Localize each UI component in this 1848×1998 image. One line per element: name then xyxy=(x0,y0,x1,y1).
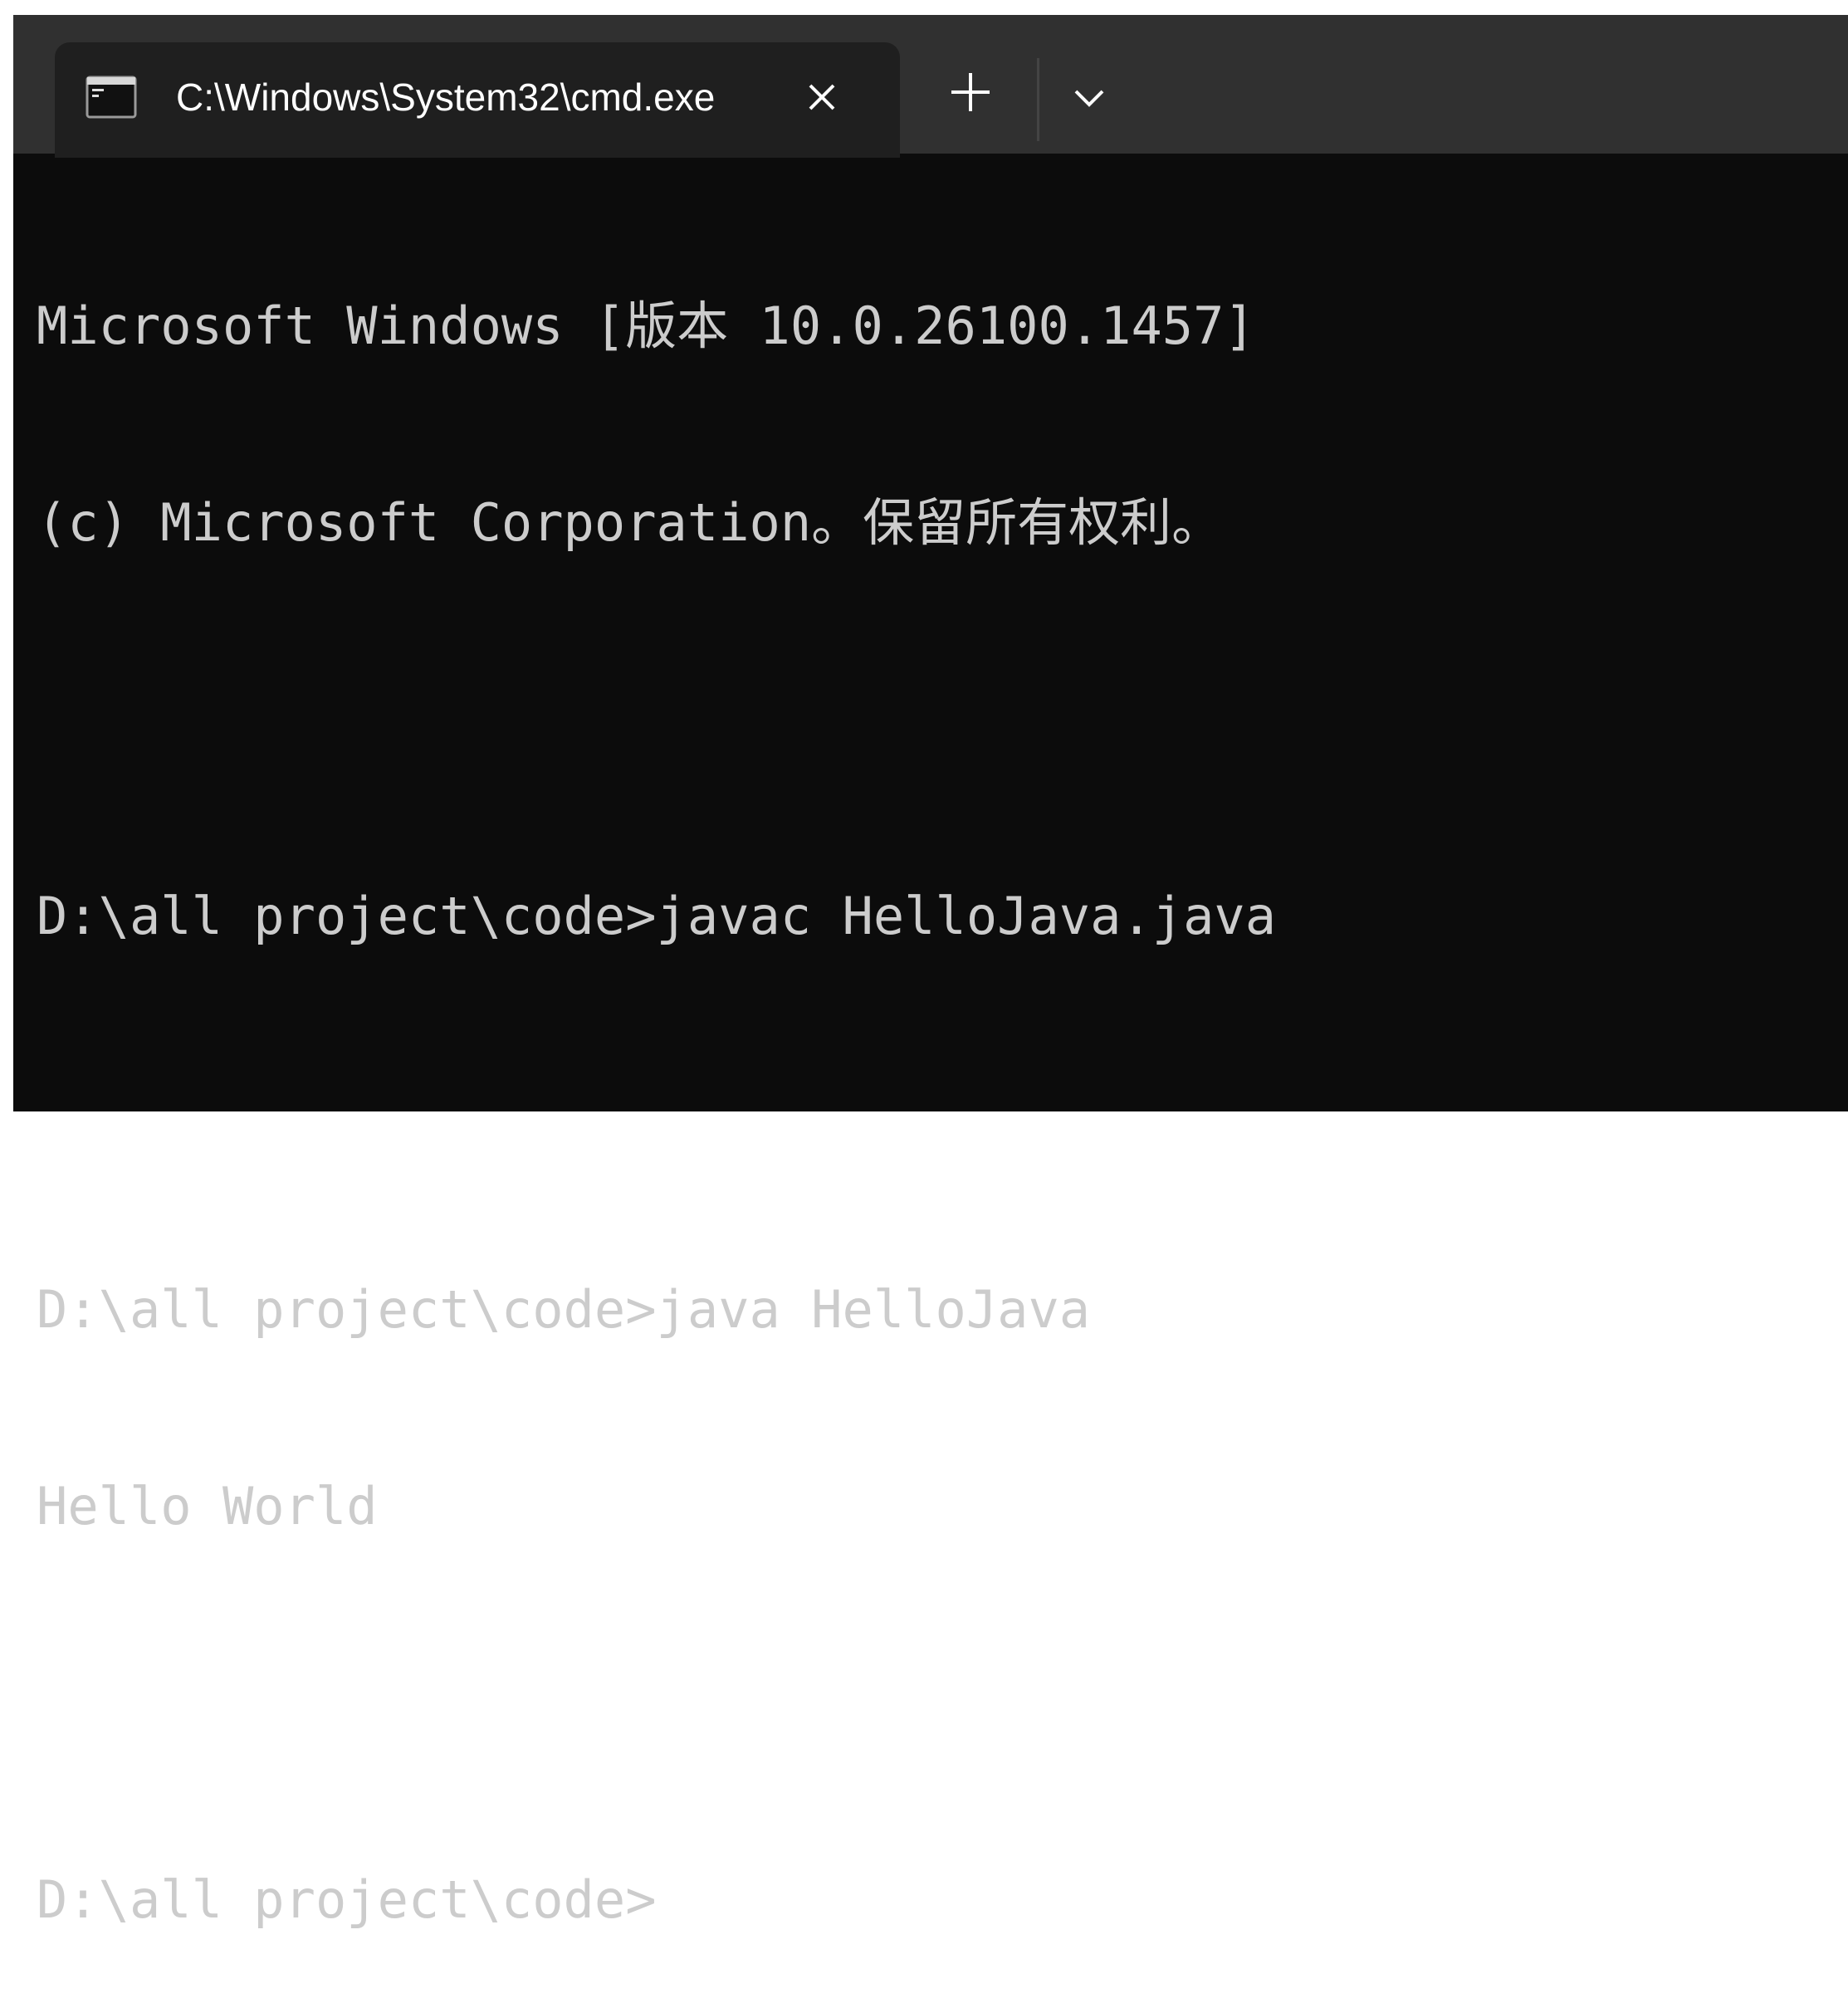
toolbar-divider xyxy=(1037,58,1039,141)
console-line: Microsoft Windows [版本 10.0.26100.1457] xyxy=(37,296,1255,356)
close-icon[interactable] xyxy=(800,76,843,119)
console-line: D:\all project\code>javac HelloJava.java xyxy=(37,886,1277,946)
terminal-icon xyxy=(86,76,137,119)
tab-title: C:\Windows\System32\cmd.exe xyxy=(176,76,716,119)
console-line: D:\all project\code>java HelloJava xyxy=(37,1279,1091,1340)
tab-cmd[interactable]: C:\Windows\System32\cmd.exe xyxy=(55,42,900,158)
console-line: Hello World xyxy=(37,1476,378,1536)
console-output[interactable]: Microsoft Windows [版本 10.0.26100.1457] (… xyxy=(37,162,1813,1998)
tab-bar: C:\Windows\System32\cmd.exe xyxy=(13,15,1848,158)
console-line: (c) Microsoft Corporation。保留所有权利。 xyxy=(37,492,1224,553)
plus-icon[interactable] xyxy=(943,65,998,120)
console-prompt: D:\all project\code> xyxy=(37,1869,657,1930)
chevron-down-icon[interactable] xyxy=(1064,73,1114,123)
